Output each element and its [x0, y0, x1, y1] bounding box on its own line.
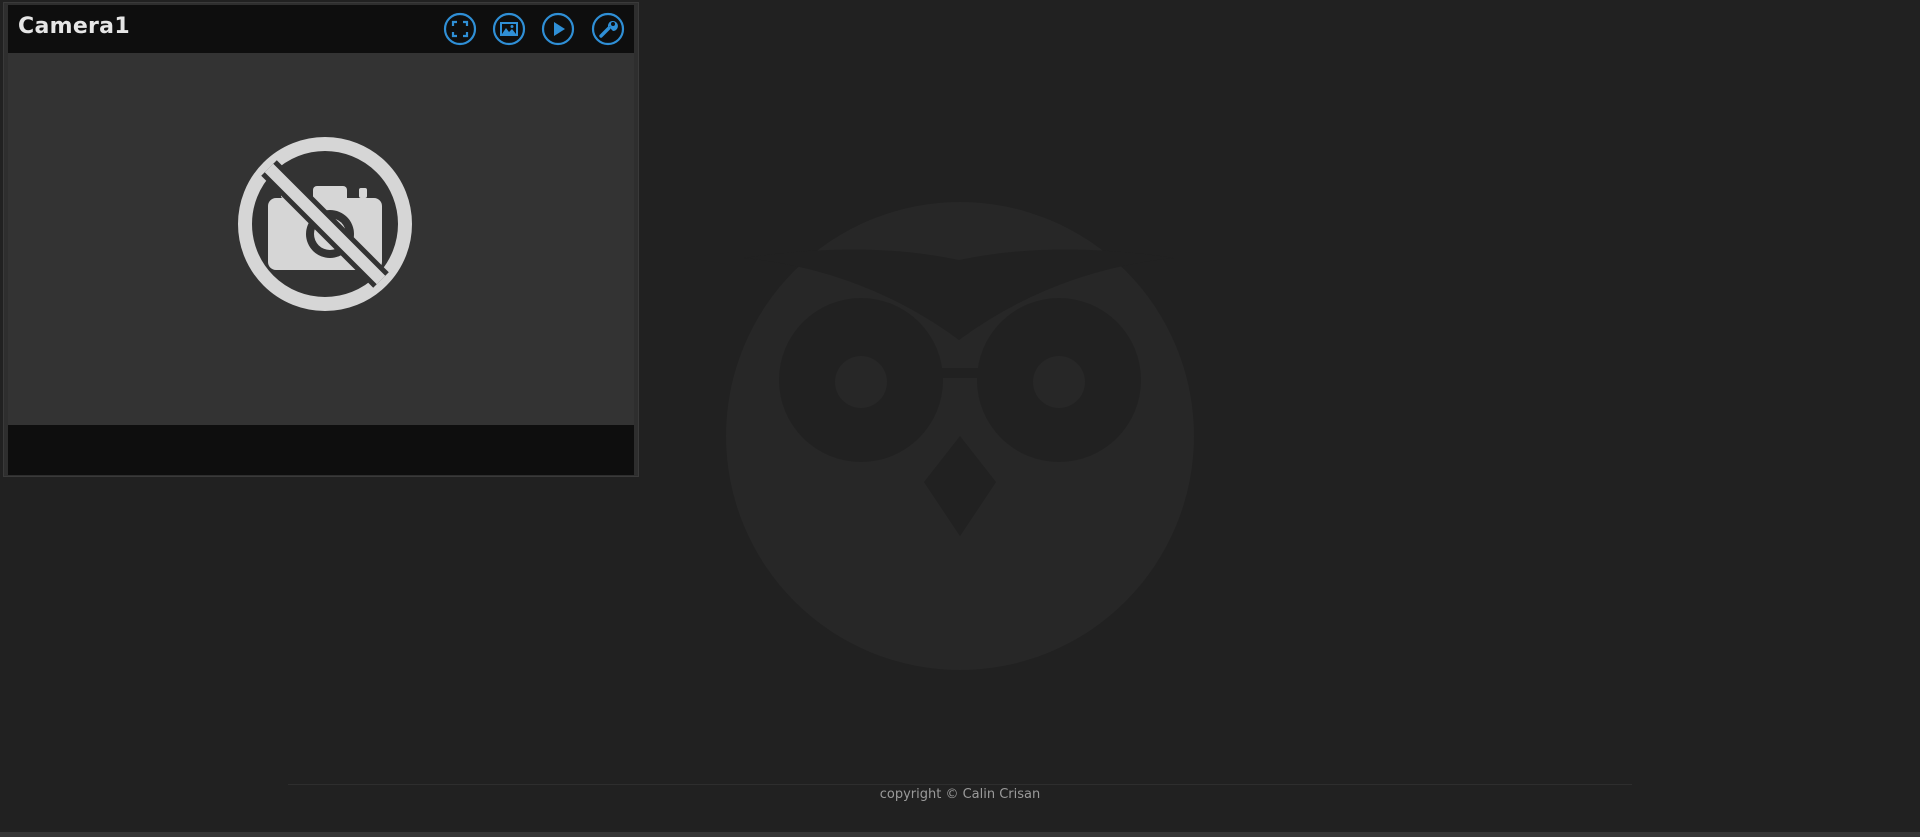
- camera-view[interactable]: [8, 53, 634, 425]
- fullscreen-button[interactable]: [443, 12, 477, 46]
- no-camera-icon: [238, 137, 412, 311]
- owl-logo-icon: [726, 202, 1194, 670]
- pictures-button[interactable]: [492, 12, 526, 46]
- play-icon: [541, 12, 575, 46]
- camera-frame: Camera1: [3, 2, 639, 477]
- configure-button[interactable]: [591, 12, 625, 46]
- footer-divider: [288, 784, 1632, 785]
- copyright-text: copyright © Calin Crisan: [879, 787, 1041, 802]
- camera-top-bar: Camera1: [8, 5, 634, 53]
- movies-button[interactable]: [541, 12, 575, 46]
- motioneye-page: Camera1 copyright © Calin Crisan: [0, 0, 1920, 837]
- camera-bottom-bar: [8, 425, 634, 475]
- bottom-edge: [0, 832, 1920, 837]
- camera-name: Camera1: [18, 14, 130, 39]
- fullscreen-icon: [443, 12, 477, 46]
- picture-icon: [492, 12, 526, 46]
- wrench-icon: [591, 12, 625, 46]
